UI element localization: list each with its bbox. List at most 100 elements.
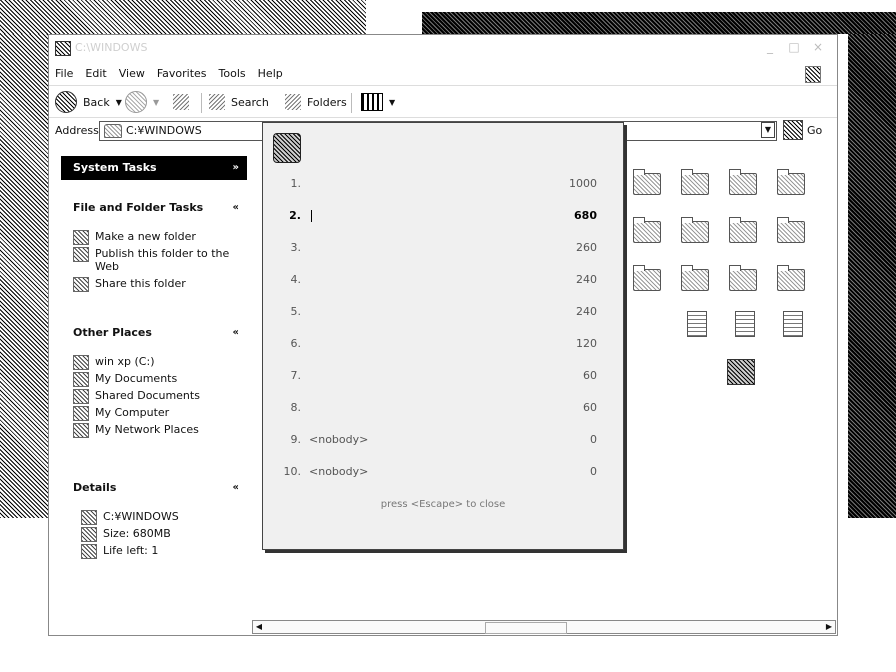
go-arrow-icon <box>783 120 803 140</box>
folder-icon[interactable] <box>633 217 661 243</box>
details-panel: Details « C:¥WINDOWS Size: 680MB Life le… <box>61 476 247 569</box>
chevron-collapse-icon: « <box>232 482 239 493</box>
score-row: 3. 260 <box>263 241 625 259</box>
folder-icon[interactable] <box>681 265 709 291</box>
shortcut-file-icon[interactable] <box>783 311 803 337</box>
folder-icon[interactable] <box>729 169 757 195</box>
desktop-background-top-right <box>422 12 896 34</box>
details-label: C:¥WINDOWS <box>103 510 179 523</box>
go-label: Go <box>807 123 823 137</box>
desktop-background-right <box>848 34 896 518</box>
address-dropdown-button[interactable]: ▼ <box>761 122 775 138</box>
score-rank: 2. <box>289 209 301 222</box>
publish-folder-link[interactable]: Publish this folder to the Web <box>73 247 247 273</box>
minimize-button[interactable]: _ <box>761 39 779 55</box>
toolbar-separator <box>351 93 352 113</box>
folder-icon[interactable] <box>777 169 805 195</box>
folder-icon[interactable] <box>729 217 757 243</box>
score-rank: 10. <box>283 465 302 478</box>
chevron-expand-icon: » <box>232 162 239 173</box>
scroll-right-arrow-icon[interactable]: ▶ <box>823 621 835 633</box>
place-my-network-places[interactable]: My Network Places <box>73 423 247 438</box>
chevron-down-icon: ▼ <box>389 97 396 107</box>
task-label: Publish this folder to the Web <box>95 247 230 273</box>
details-label: Life left: 1 <box>103 544 159 557</box>
up-button[interactable] <box>173 91 195 113</box>
task-label: Share this folder <box>95 277 186 290</box>
place-label: My Network Places <box>95 423 199 436</box>
maximize-button[interactable]: □ <box>785 39 803 55</box>
folder-icon[interactable] <box>777 217 805 243</box>
score-rank: 1. <box>290 177 302 190</box>
score-row: 6. 120 <box>263 337 625 355</box>
folders-icon <box>285 94 301 110</box>
scroll-left-arrow-icon[interactable]: ◀ <box>253 621 265 633</box>
document-icon[interactable] <box>735 311 755 337</box>
title-bar[interactable]: C:\WINDOWS _ □ × <box>49 35 837 61</box>
score-rank: 7. <box>290 369 302 382</box>
toolbar: Back ▼ ▼ Search Folders ▼ <box>49 87 837 118</box>
high-scores-popup[interactable]: 1. 1000 2. 680 3. 260 4. 240 5. 240 6. 120 7. 60 8. 60 9… <box>262 122 624 550</box>
close-button[interactable]: × <box>809 39 827 55</box>
toolbar-separator <box>201 93 202 113</box>
folder-icon[interactable] <box>633 169 661 195</box>
make-new-folder-link[interactable]: Make a new folder <box>73 230 247 245</box>
folder-icon[interactable] <box>633 265 661 291</box>
back-arrow-icon <box>55 91 77 113</box>
desktop-background-top <box>0 0 366 34</box>
details-path: C:¥WINDOWS <box>81 510 247 525</box>
system-tasks-header[interactable]: System Tasks » <box>61 156 247 180</box>
search-button[interactable]: Search <box>209 91 269 113</box>
menu-file[interactable]: File <box>49 63 79 80</box>
chevron-down-icon: ▼ <box>115 97 122 107</box>
folder-icon <box>104 124 122 138</box>
score-value: 60 <box>583 369 597 382</box>
horizontal-scrollbar[interactable]: ◀ ▶ <box>252 620 836 634</box>
document-icon[interactable] <box>687 311 707 337</box>
place-my-computer[interactable]: My Computer <box>73 406 247 421</box>
folder-icon[interactable] <box>729 265 757 291</box>
network-icon <box>73 423 89 438</box>
new-folder-icon <box>73 230 89 245</box>
score-row: 10. <nobody> 0 <box>263 465 625 483</box>
address-label: Address <box>55 124 99 137</box>
folders-button[interactable]: Folders <box>285 91 347 113</box>
folder-icon[interactable] <box>681 169 709 195</box>
back-button[interactable]: Back ▼ <box>55 91 122 113</box>
place-shared-documents[interactable]: Shared Documents <box>73 389 247 404</box>
views-button[interactable]: ▼ <box>361 91 395 113</box>
other-places-header[interactable]: Other Places « <box>61 321 247 345</box>
back-label: Back <box>83 95 110 109</box>
place-label: Shared Documents <box>95 389 200 402</box>
menu-tools[interactable]: Tools <box>213 63 252 80</box>
forward-button[interactable]: ▼ <box>125 91 159 113</box>
file-folder-tasks-panel: File and Folder Tasks « Make a new folde… <box>61 196 247 302</box>
folder-icon[interactable] <box>777 265 805 291</box>
place-my-documents[interactable]: My Documents <box>73 372 247 387</box>
score-value: 60 <box>583 401 597 414</box>
score-row: 5. 240 <box>263 305 625 323</box>
search-icon <box>209 94 225 110</box>
score-row: 4. 240 <box>263 273 625 291</box>
score-value: 680 <box>574 209 597 222</box>
score-value: 240 <box>576 305 597 318</box>
menu-view[interactable]: View <box>113 63 151 80</box>
menu-favorites[interactable]: Favorites <box>151 63 213 80</box>
share-folder-link[interactable]: Share this folder <box>73 277 247 292</box>
task-label: Make a new folder <box>95 230 196 243</box>
score-value: 0 <box>590 433 597 446</box>
file-folder-tasks-header[interactable]: File and Folder Tasks « <box>61 196 247 220</box>
score-row: 8. 60 <box>263 401 625 419</box>
folder-icon[interactable] <box>681 217 709 243</box>
cube-icon[interactable] <box>727 359 755 385</box>
system-tasks-panel: System Tasks » <box>61 156 247 180</box>
score-rank: 8. <box>290 401 302 414</box>
folder-icon <box>73 389 89 404</box>
menu-help[interactable]: Help <box>252 63 289 80</box>
place-drive-c[interactable]: win xp (C:) <box>73 355 247 370</box>
details-header[interactable]: Details « <box>61 476 247 500</box>
menu-edit[interactable]: Edit <box>79 63 112 80</box>
score-rank: 6. <box>290 337 302 350</box>
scroll-thumb[interactable] <box>485 622 567 634</box>
go-button[interactable]: Go <box>783 120 822 140</box>
